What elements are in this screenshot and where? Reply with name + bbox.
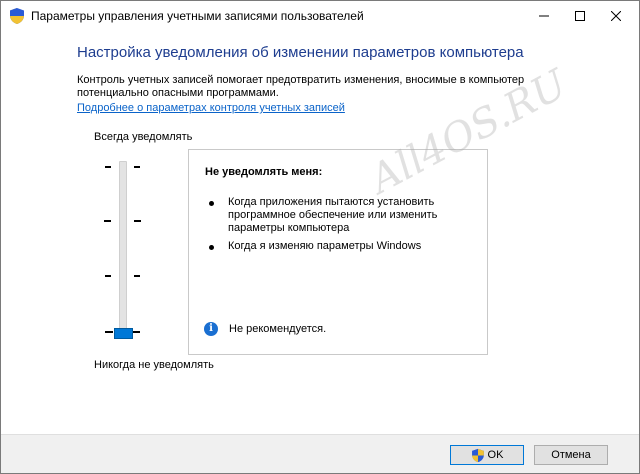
slider-top-label: Всегда уведомлять <box>94 131 193 143</box>
page-heading: Настройка уведомления об изменении парам… <box>77 44 524 61</box>
close-icon <box>611 11 621 21</box>
minimize-icon <box>539 15 549 17</box>
info-panel: Не уведомлять меня: Когда приложения пыт… <box>188 149 488 355</box>
window-title: Параметры управления учетными записями п… <box>31 9 364 23</box>
slider-track[interactable] <box>119 161 127 339</box>
slider-bottom-label: Никогда не уведомлять <box>94 359 214 371</box>
uac-settings-window: Параметры управления учетными записями п… <box>0 0 640 474</box>
shield-icon <box>10 8 24 24</box>
slider-tick-right <box>132 331 140 333</box>
cancel-label: Отмена <box>551 449 591 461</box>
panel-title: Не уведомлять меня: <box>205 166 323 178</box>
slider-tick-left <box>105 331 113 333</box>
help-link[interactable]: Подробнее о параметрах контроля учетных … <box>77 102 345 114</box>
bullet-item: Когда приложения пытаются установить про… <box>228 196 438 234</box>
slider-tick-right <box>134 220 141 222</box>
cancel-button[interactable]: Отмена <box>534 445 608 465</box>
bullet-dot <box>209 245 214 250</box>
bullet-dot <box>209 201 214 206</box>
close-button[interactable] <box>593 1 639 31</box>
shield-icon <box>471 448 484 462</box>
ok-button[interactable]: OK <box>450 445 524 465</box>
info-icon: i <box>204 322 218 336</box>
recommendation-text: Не рекомендуется. <box>229 323 327 335</box>
bullet-item: Когда я изменяю параметры Windows <box>228 240 422 252</box>
slider-thumb[interactable] <box>114 328 133 339</box>
ok-label: OK <box>487 449 504 461</box>
slider-tick-left <box>105 275 111 277</box>
slider-tick-right <box>134 275 140 277</box>
slider-tick-left <box>105 166 111 168</box>
slider-tick-left <box>104 220 111 222</box>
title-bar[interactable]: Параметры управления учетными записями п… <box>1 1 639 31</box>
dialog-footer: OK Отмена <box>1 434 639 473</box>
description-text: Контроль учетных записей помогает предот… <box>77 74 525 99</box>
maximize-icon <box>575 11 585 21</box>
slider-tick-right <box>134 166 140 168</box>
